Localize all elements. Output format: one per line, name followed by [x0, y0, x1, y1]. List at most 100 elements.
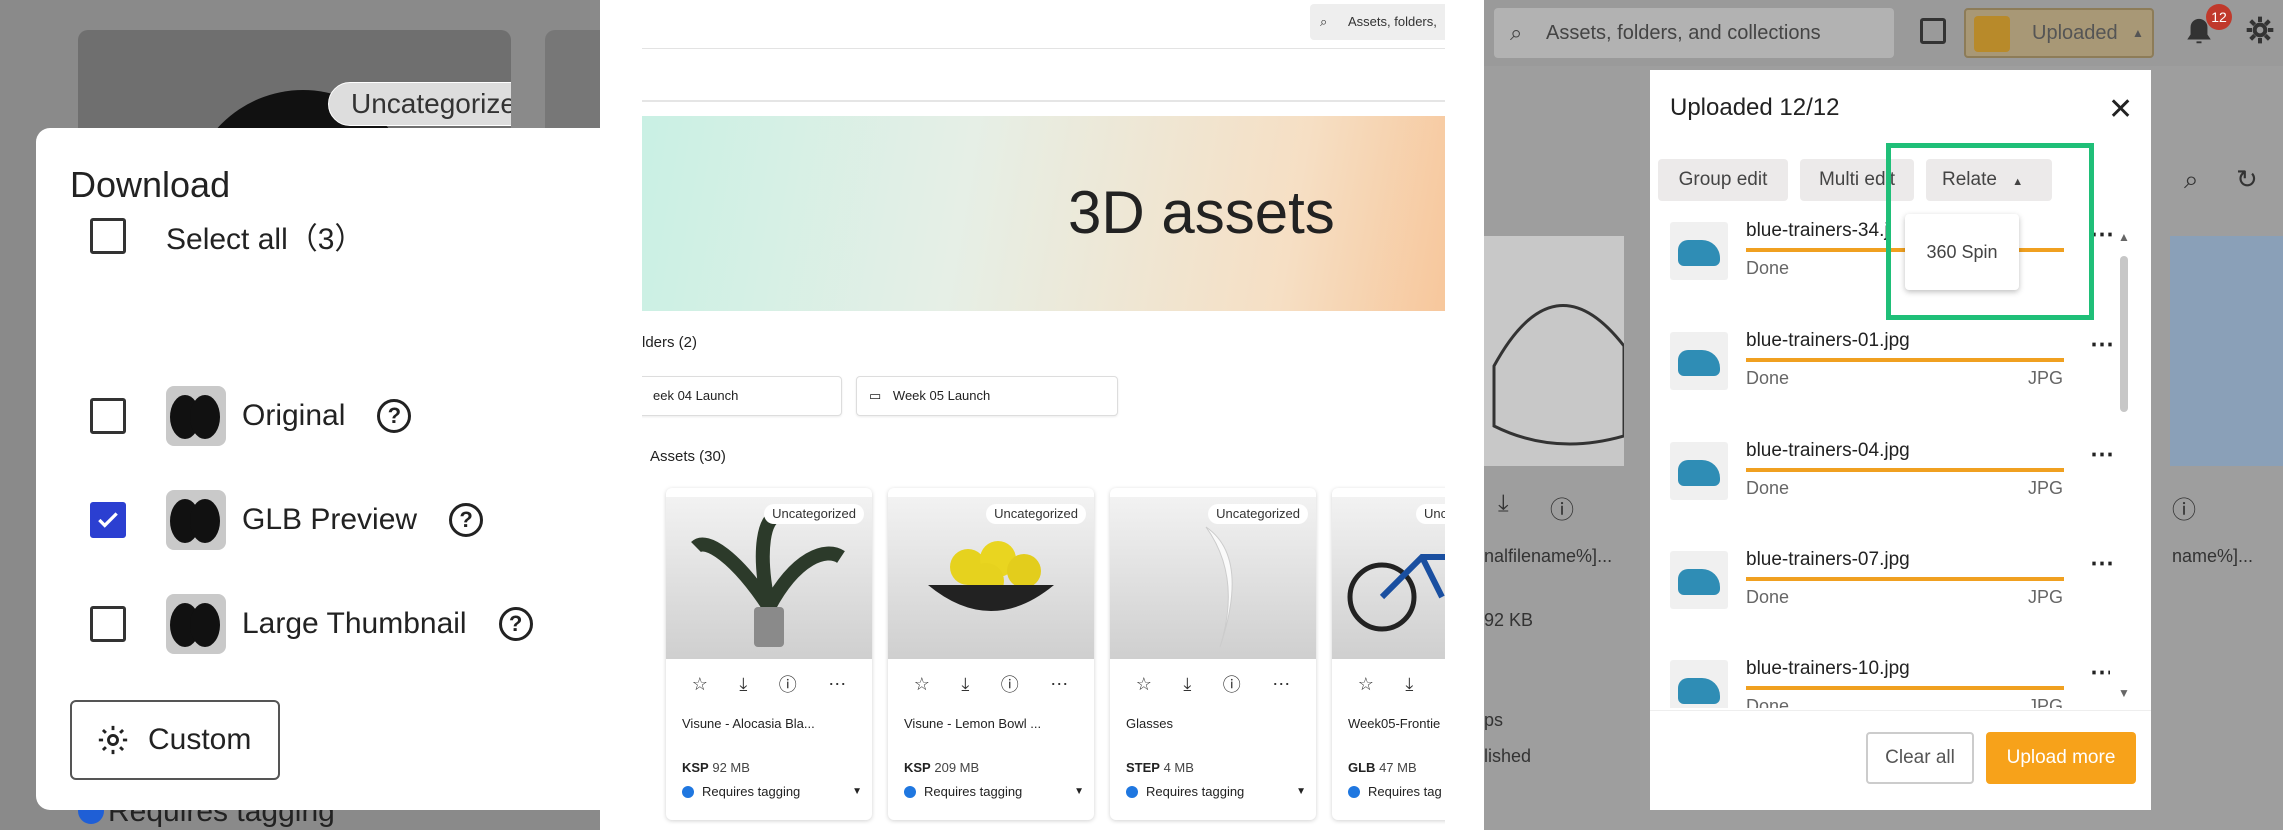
status-dropdown[interactable]: Requires tagging ▼: [904, 784, 1084, 799]
download-icon[interactable]: ⤓: [961, 674, 969, 695]
select-all-row[interactable]: Select all（3）: [90, 214, 364, 258]
bg-size: 92 KB: [1484, 610, 1534, 630]
file-thumbnail: [1670, 660, 1728, 708]
search-input[interactable]: ⌕ Assets, folders, and collections: [1494, 8, 1894, 58]
option-row-glb-preview[interactable]: GLB Preview ?: [90, 490, 484, 550]
select-all-label: Select all（3）: [166, 223, 365, 256]
scroll-up-icon[interactable]: ▲: [2118, 230, 2130, 244]
progress-bar: [1746, 358, 2064, 362]
file-name: blue-trainers-04.jpg: [1746, 440, 1910, 461]
download-icon[interactable]: ⤓: [1405, 674, 1413, 695]
download-icon[interactable]: ⤓: [1183, 674, 1191, 695]
file-thumbnail: [1670, 442, 1728, 500]
upload-file-item: blue-trainers-07.jpg Done JPG ⋯: [1670, 539, 2114, 629]
download-icon[interactable]: ⤓: [1498, 490, 1509, 518]
folder-label: eek 04 Launch: [653, 388, 739, 403]
info-icon[interactable]: ⓘ: [1550, 490, 1574, 525]
status-dropdown[interactable]: Requires tag: [1348, 784, 1445, 799]
folder-item[interactable]: ▭ Week 05 Launch: [856, 376, 1118, 416]
asset-name: Week05-Frontie: [1348, 716, 1441, 731]
search-input[interactable]: ⌕ Assets, folders,: [1310, 4, 1445, 40]
help-icon[interactable]: ?: [377, 399, 412, 433]
refresh-icon[interactable]: ↻: [2236, 164, 2258, 195]
star-icon[interactable]: ☆: [1136, 674, 1152, 695]
more-icon[interactable]: ⋯: [2090, 658, 2110, 687]
chevron-down-icon: ▼: [1074, 786, 1084, 797]
download-dialog: Download Select all（3） Original ? GLB Pr…: [36, 128, 600, 810]
collection-banner: 3D assets: [642, 116, 1445, 311]
star-icon[interactable]: ☆: [692, 674, 708, 695]
modal-footer-divider: [1650, 710, 2151, 711]
custom-button[interactable]: Custom: [70, 700, 280, 780]
category-chip: Uncategorized: [328, 82, 511, 126]
asset-size: 209 MB: [934, 760, 980, 775]
bg-filename: name%]...: [2172, 546, 2254, 566]
more-icon[interactable]: ⋯: [1050, 674, 1068, 695]
group-edit-button[interactable]: Group edit: [1658, 159, 1788, 201]
category-chip: Uncategorized: [764, 504, 864, 524]
help-icon[interactable]: ?: [449, 503, 484, 537]
inbox-icon[interactable]: [1920, 18, 1946, 44]
status-label: Requires tag: [1368, 784, 1442, 799]
bg-text: ps: [1484, 710, 1504, 730]
info-icon[interactable]: ⓘ: [1223, 671, 1241, 697]
more-icon[interactable]: ⋯: [2090, 330, 2114, 359]
chevron-down-icon: ▼: [852, 786, 862, 797]
asset-card[interactable]: Uncategorized ☆ ⤓ ⓘ ⋯ Visune - Alocasia Bla…: [666, 488, 872, 820]
file-status: Done: [1746, 696, 1790, 708]
original-label: Original: [242, 399, 346, 432]
asset-card[interactable]: Uncategorized ☆ ⤓ ⓘ ⋯ Visune - Lemon Bowl .…: [888, 488, 1094, 820]
info-icon[interactable]: ⓘ: [779, 671, 797, 697]
more-icon[interactable]: ⋯: [1272, 674, 1290, 695]
download-panel: Uncategorized Requires tagging Download …: [0, 0, 600, 830]
file-status: Done: [1746, 258, 1790, 278]
scroll-down-icon[interactable]: ▼: [2118, 686, 2130, 700]
close-icon[interactable]: ✕: [2108, 92, 2133, 127]
more-icon[interactable]: ⋯: [2090, 440, 2114, 469]
file-thumbnail: [1670, 551, 1728, 609]
select-all-checkbox[interactable]: [90, 218, 126, 254]
modal-title: Uploaded 12/12: [1670, 94, 1840, 121]
assets-heading: Assets (30): [650, 448, 726, 465]
asset-size: 4 MB: [1163, 760, 1194, 775]
category-chip: Uncategorized: [1208, 504, 1308, 524]
original-checkbox[interactable]: [90, 398, 126, 434]
header-divider: [642, 48, 1445, 49]
search-icon: ⌕: [1510, 20, 1523, 45]
status-dropdown[interactable]: Requires tagging ▼: [1126, 784, 1306, 799]
asset-card[interactable]: Unc ☆⤓ⓘ⋯ Week05-Frontie GLB 47 MB Requir…: [1332, 488, 1445, 820]
more-icon[interactable]: ⋯: [2090, 549, 2114, 578]
folder-item[interactable]: eek 04 Launch: [642, 376, 842, 416]
file-status: Done: [1746, 587, 1790, 607]
status-dropdown[interactable]: Requires tagging ▼: [682, 784, 862, 799]
uploaded-button[interactable]: Uploaded ▲: [1964, 8, 2154, 58]
bg-filename: nalfilename%]...: [1484, 546, 1613, 566]
info-icon[interactable]: ⓘ: [1001, 671, 1019, 697]
library-panel: ⌕ Assets, folders, 3D assets lders (2) e…: [642, 0, 1445, 830]
upload-more-button[interactable]: Upload more: [1986, 732, 2136, 784]
large-thumbnail-label: Large Thumbnail: [242, 607, 467, 640]
check-icon: [98, 512, 118, 528]
clear-all-button[interactable]: Clear all: [1866, 732, 1974, 784]
option-row-large-thumbnail[interactable]: Large Thumbnail ?: [90, 594, 533, 654]
asset-card[interactable]: Uncategorized ☆ ⤓ ⓘ ⋯ Glasses STEP 4 MB Req…: [1110, 488, 1316, 820]
upload-file-item: blue-trainers-01.jpg Done JPG ⋯: [1670, 320, 2114, 410]
status-label: Requires tagging: [924, 784, 1023, 799]
info-icon[interactable]: ⓘ: [2172, 490, 2196, 525]
folder-label: Week 05 Launch: [892, 388, 991, 403]
status-dot-icon: [1126, 785, 1138, 798]
file-type: JPG: [2028, 478, 2064, 498]
option-row-original[interactable]: Original ?: [90, 386, 412, 446]
more-icon[interactable]: ⋯: [828, 674, 846, 695]
large-thumbnail-checkbox[interactable]: [90, 606, 126, 642]
glb-preview-checkbox[interactable]: [90, 502, 126, 538]
scrollbar[interactable]: [2120, 256, 2128, 412]
help-icon[interactable]: ?: [498, 607, 533, 641]
download-icon[interactable]: ⤓: [739, 674, 747, 695]
star-icon[interactable]: ☆: [914, 674, 930, 695]
status-dot-icon: [904, 785, 916, 798]
star-icon[interactable]: ☆: [1358, 674, 1374, 695]
file-thumbnail: [1670, 332, 1728, 390]
gear-icon[interactable]: [2244, 14, 2276, 46]
search-icon[interactable]: ⌕: [2184, 164, 2199, 196]
